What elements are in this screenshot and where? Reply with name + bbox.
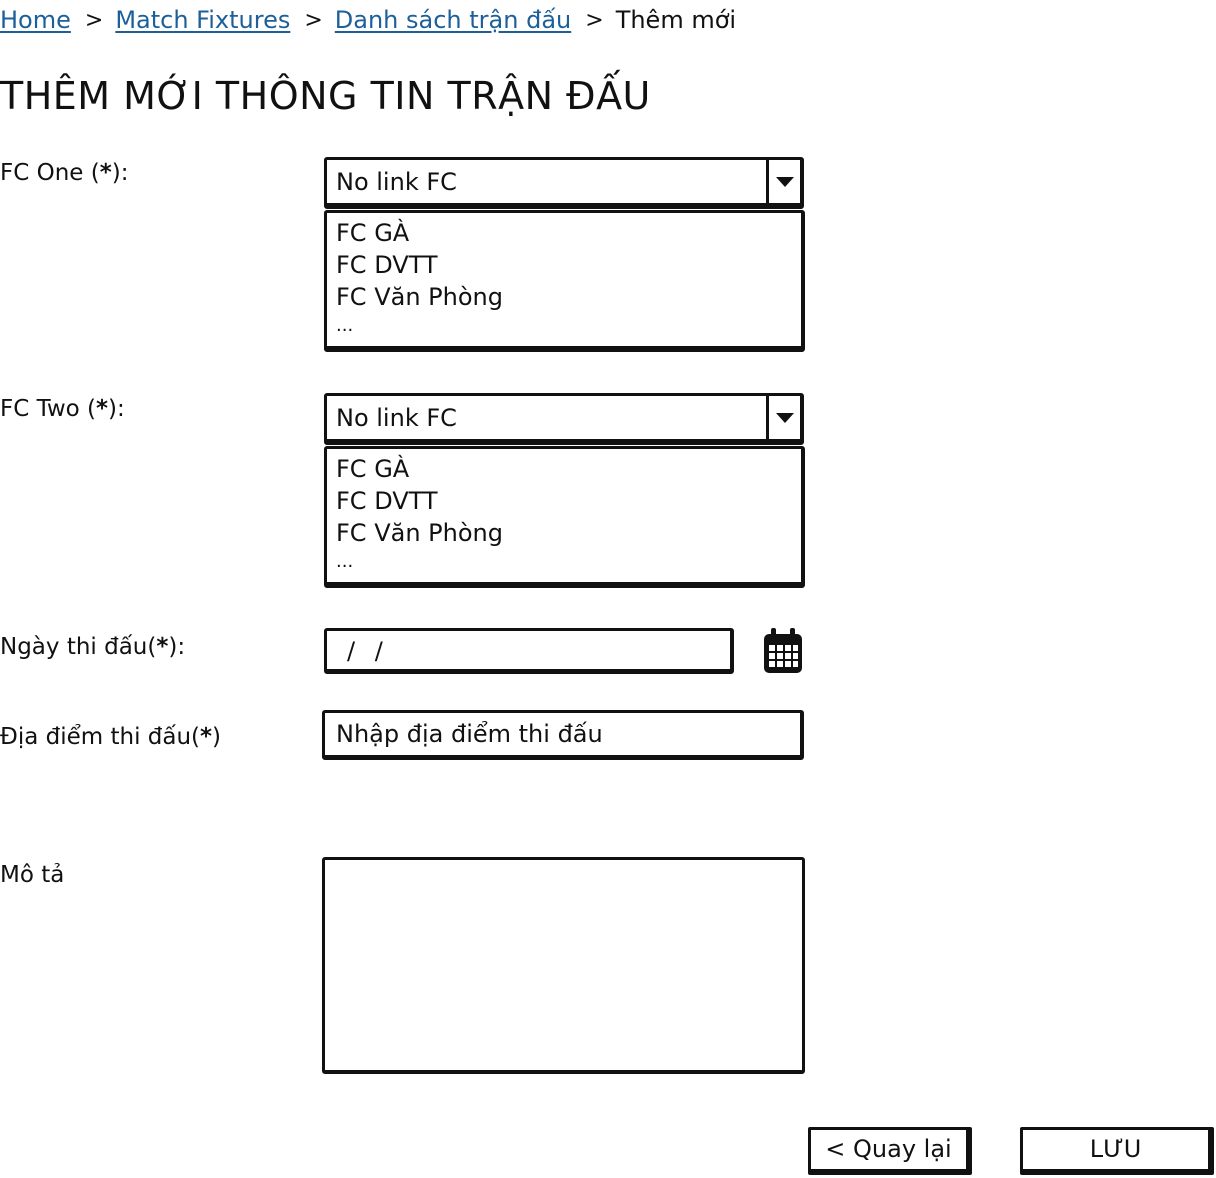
- fc-two-select[interactable]: No link FC: [324, 393, 804, 445]
- location-label-text: Địa điểm thi đấu(: [0, 724, 201, 750]
- match-date-label-suffix: ):: [168, 634, 186, 660]
- breadcrumb: Home > Match Fixtures > Danh sách trận đ…: [0, 4, 736, 36]
- match-date-label-text: Ngày thi đấu(: [0, 634, 157, 660]
- fc-one-option-more[interactable]: ...: [336, 313, 801, 345]
- page-title: THÊM MỚI THÔNG TIN TRẬN ĐẤU: [0, 74, 651, 118]
- fc-two-option[interactable]: FC DVTT: [336, 485, 801, 517]
- save-button[interactable]: LƯU: [1020, 1127, 1214, 1175]
- match-date-label: Ngày thi đấu(*):: [0, 634, 185, 660]
- fc-one-option[interactable]: FC Văn Phòng: [336, 281, 801, 313]
- breadcrumb-separator: >: [84, 7, 104, 33]
- location-label-suffix: ): [212, 724, 222, 750]
- match-date-value: / /: [347, 637, 389, 665]
- fc-one-options-list: FC GÀ FC DVTT FC Văn Phòng ...: [324, 210, 805, 352]
- fc-one-option[interactable]: FC GÀ: [336, 217, 801, 249]
- required-mark: *: [156, 634, 169, 660]
- required-mark: *: [99, 160, 112, 186]
- fc-one-label-suffix: ):: [111, 160, 129, 186]
- location-input[interactable]: Nhập địa điểm thi đấu: [322, 710, 804, 760]
- fc-two-selected-value: No link FC: [336, 404, 457, 432]
- breadcrumb-separator: >: [304, 7, 323, 33]
- required-mark: *: [96, 396, 109, 422]
- breadcrumb-home-link[interactable]: Home: [0, 6, 71, 34]
- fc-one-label-text: FC One (: [0, 160, 100, 186]
- breadcrumb-match-list-link[interactable]: Danh sách trận đấu: [335, 6, 571, 34]
- fc-two-option[interactable]: FC Văn Phòng: [336, 517, 801, 549]
- chevron-down-icon[interactable]: [766, 160, 800, 203]
- fc-two-option-more[interactable]: ...: [336, 549, 801, 581]
- fc-two-label-text: FC Two (: [0, 396, 97, 422]
- fc-one-label: FC One (*):: [0, 160, 128, 186]
- fc-one-option[interactable]: FC DVTT: [336, 249, 801, 281]
- calendar-icon[interactable]: [762, 627, 804, 675]
- breadcrumb-current: Thêm mới: [615, 6, 737, 34]
- fc-two-option[interactable]: FC GÀ: [336, 453, 801, 485]
- location-placeholder: Nhập địa điểm thi đấu: [336, 720, 603, 748]
- fc-two-options-list: FC GÀ FC DVTT FC Văn Phòng ...: [324, 446, 805, 588]
- required-mark: *: [200, 724, 213, 750]
- fc-two-label: FC Two (*):: [0, 396, 125, 422]
- location-label: Địa điểm thi đấu(*): [0, 724, 221, 750]
- breadcrumb-separator: >: [585, 7, 604, 33]
- description-textarea[interactable]: [322, 857, 805, 1074]
- fc-one-select[interactable]: No link FC: [324, 157, 804, 209]
- fc-two-label-suffix: ):: [108, 396, 125, 422]
- back-button[interactable]: < Quay lại: [808, 1127, 972, 1175]
- match-date-input[interactable]: / /: [324, 628, 734, 674]
- description-label: Mô tả: [0, 862, 65, 888]
- chevron-down-icon[interactable]: [766, 396, 800, 439]
- breadcrumb-match-fixtures-link[interactable]: Match Fixtures: [115, 6, 290, 34]
- fc-one-selected-value: No link FC: [336, 168, 457, 196]
